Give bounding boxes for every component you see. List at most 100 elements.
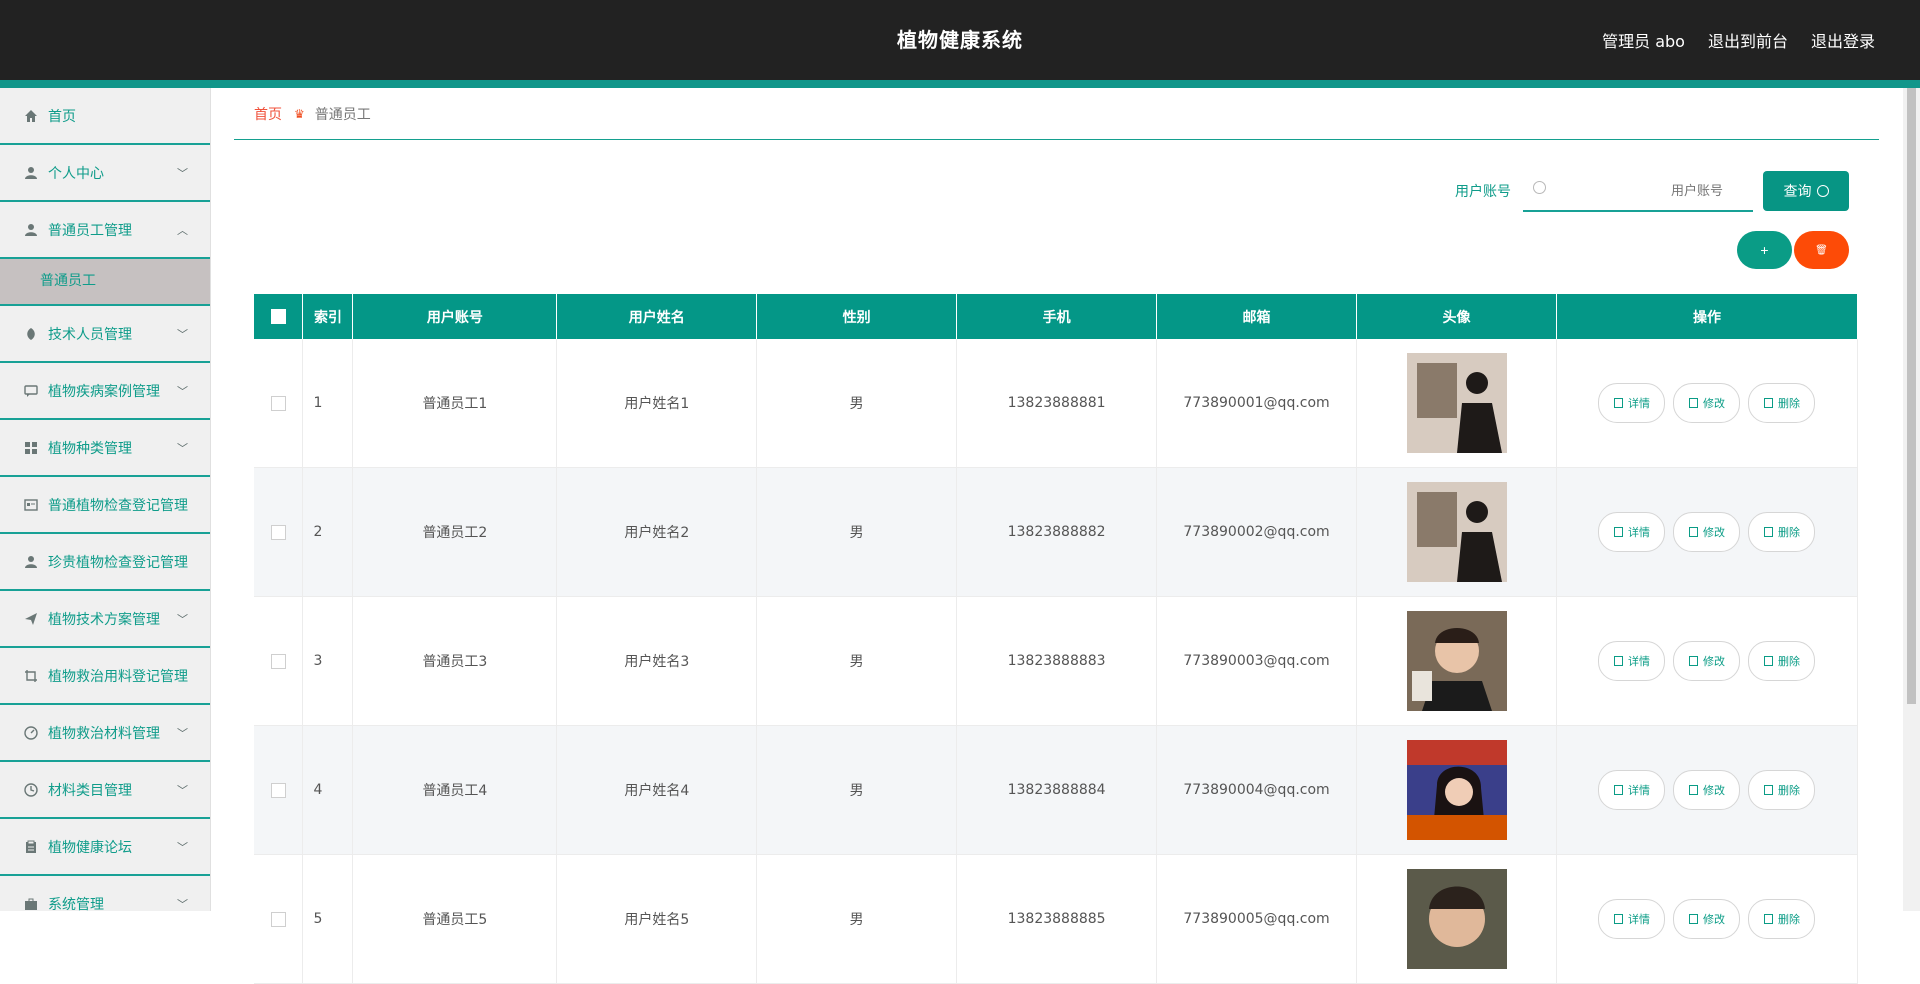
clipboard-icon bbox=[24, 840, 38, 854]
detail-button[interactable]: 详情 bbox=[1598, 641, 1666, 681]
ops-cell: 详情 修改 删除 bbox=[1556, 725, 1859, 855]
detail-button[interactable]: 详情 bbox=[1598, 512, 1666, 552]
index-cell: 1 bbox=[302, 339, 354, 468]
row-select-cell[interactable] bbox=[254, 467, 304, 597]
add-button[interactable]: + bbox=[1737, 231, 1792, 269]
edit-button[interactable]: 修改 bbox=[1673, 383, 1741, 423]
avatar-cell bbox=[1356, 725, 1557, 855]
row-checkbox[interactable] bbox=[270, 653, 286, 669]
column-header: 手机 bbox=[956, 294, 1158, 339]
sidebar-item-normal-plant-check[interactable]: 普通植物检查登记管理 bbox=[0, 477, 210, 534]
query-button[interactable]: 查询 bbox=[1763, 171, 1849, 211]
search-row: 用户账号 查询 bbox=[1455, 169, 1849, 213]
sidebar-item-plant-types[interactable]: 植物种类管理 ﹀ bbox=[0, 420, 210, 477]
sidebar-item-label: 植物疾病案例管理 bbox=[48, 383, 160, 400]
sidebar-item-rare-plant-check[interactable]: 珍贵植物检查登记管理 bbox=[0, 534, 210, 591]
document-icon bbox=[1613, 914, 1623, 924]
row-checkbox[interactable] bbox=[270, 782, 286, 798]
select-all-checkbox[interactable] bbox=[270, 309, 286, 324]
sidebar-item-label: 植物种类管理 bbox=[48, 440, 132, 457]
sidebar-subitem-staff[interactable]: 普通员工 bbox=[0, 259, 210, 306]
sidebar-item-disease-cases[interactable]: 植物疾病案例管理 ﹀ bbox=[0, 363, 210, 420]
row-select-cell[interactable] bbox=[254, 596, 304, 726]
sidebar-item-treatment-usage[interactable]: 植物救治用料登记管理 bbox=[0, 648, 210, 705]
back-to-front-link[interactable]: 退出到前台 bbox=[1708, 28, 1788, 52]
sidebar-item-forum[interactable]: 植物健康论坛 ﹀ bbox=[0, 819, 210, 876]
user-icon bbox=[24, 166, 38, 180]
clock-icon bbox=[24, 782, 38, 797]
row-checkbox[interactable] bbox=[270, 524, 286, 540]
batch-delete-button[interactable]: 🗑 bbox=[1794, 231, 1849, 269]
column-header: 索引 bbox=[302, 294, 354, 339]
chevron-down-icon: ﹀ bbox=[177, 783, 188, 797]
select-all-cell[interactable] bbox=[254, 294, 304, 339]
delete-button[interactable]: 删除 bbox=[1748, 770, 1816, 810]
account-cell: 普通员工1 bbox=[352, 339, 558, 468]
phone-cell: 13823888885 bbox=[956, 854, 1158, 984]
search-input[interactable] bbox=[1551, 170, 1753, 210]
name-cell: 用户姓名2 bbox=[556, 467, 758, 597]
detail-button[interactable]: 详情 bbox=[1598, 899, 1666, 939]
sidebar-item-tech-plans[interactable]: 植物技术方案管理 ﹀ bbox=[0, 591, 210, 648]
phone-cell: 13823888882 bbox=[956, 467, 1158, 597]
row-select-cell[interactable] bbox=[254, 854, 304, 984]
sidebar-item-system[interactable]: 系统管理 ﹀ bbox=[0, 876, 210, 911]
detail-button[interactable]: 详情 bbox=[1598, 383, 1666, 423]
gauge-icon bbox=[24, 725, 38, 740]
sidebar-item-label: 个人中心 bbox=[48, 165, 104, 182]
page-scrollbar[interactable] bbox=[1903, 88, 1920, 911]
admin-label: 管理员 abo bbox=[1602, 32, 1685, 51]
breadcrumb-current: 普通员工 bbox=[314, 106, 371, 123]
edit-button[interactable]: 修改 bbox=[1673, 641, 1741, 681]
sidebar-item-label: 植物技术方案管理 bbox=[48, 611, 160, 628]
sidebar-item-material-categories[interactable]: 材料类目管理 ﹀ bbox=[0, 762, 210, 819]
scrollbar-thumb[interactable] bbox=[1907, 88, 1916, 704]
row-checkbox[interactable] bbox=[270, 911, 286, 927]
sidebar-item-treatment-materials[interactable]: 植物救治材料管理 ﹀ bbox=[0, 705, 210, 762]
search-label: 用户账号 bbox=[1455, 184, 1511, 200]
column-header: 性别 bbox=[756, 294, 958, 339]
top-actions: 管理员 abo 退出到前台 退出登录 bbox=[1602, 0, 1875, 80]
detail-button[interactable]: 详情 bbox=[1598, 770, 1666, 810]
sidebar-item-tech-staff[interactable]: 技术人员管理 ﹀ bbox=[0, 306, 210, 363]
edit-button[interactable]: 修改 bbox=[1673, 770, 1741, 810]
table-row: 4 普通员工4 用户姓名4 男 13823888884 773890004@qq… bbox=[254, 725, 1859, 855]
chevron-down-icon: ﹀ bbox=[177, 726, 188, 740]
breadcrumb-home[interactable]: 首页 bbox=[254, 104, 282, 124]
chat-icon bbox=[24, 384, 38, 398]
chevron-up-icon: ︿ bbox=[177, 223, 188, 237]
table-row: 1 普通员工1 用户姓名1 男 13823888881 773890001@qq… bbox=[254, 339, 1859, 468]
grid-icon bbox=[24, 441, 38, 455]
row-select-cell[interactable] bbox=[254, 725, 304, 855]
chevron-down-icon: ﹀ bbox=[177, 897, 188, 911]
sidebar-item-label: 珍贵植物检查登记管理 bbox=[48, 554, 188, 571]
delete-button[interactable]: 删除 bbox=[1748, 512, 1816, 552]
phone-cell: 13823888884 bbox=[956, 725, 1158, 855]
sidebar-item-home[interactable]: 首页 bbox=[0, 88, 210, 145]
gender-cell: 男 bbox=[756, 339, 958, 468]
avatar-cell bbox=[1356, 339, 1557, 468]
main-content: 首页 ♛ 普通员工 用户账号 查询 + 🗑 索引 用户账号 bbox=[234, 88, 1879, 984]
avatar-cell bbox=[1356, 596, 1557, 726]
delete-button[interactable]: 删除 bbox=[1748, 899, 1816, 939]
delete-button[interactable]: 删除 bbox=[1748, 383, 1816, 423]
card-icon bbox=[24, 498, 38, 512]
trash-icon bbox=[1763, 914, 1773, 924]
table-row: 3 普通员工3 用户姓名3 男 13823888883 773890003@qq… bbox=[254, 596, 1859, 726]
edit-button[interactable]: 修改 bbox=[1673, 512, 1741, 552]
index-cell: 4 bbox=[302, 725, 354, 855]
sidebar-item-staff-management[interactable]: 普通员工管理 ︿ bbox=[0, 202, 210, 259]
gender-cell: 男 bbox=[756, 596, 958, 726]
delete-button[interactable]: 删除 bbox=[1748, 641, 1816, 681]
sidebar-item-personal-center[interactable]: 个人中心 ﹀ bbox=[0, 145, 210, 202]
sidebar-item-label: 植物救治材料管理 bbox=[48, 725, 160, 742]
row-select-cell[interactable] bbox=[254, 339, 304, 468]
logout-link[interactable]: 退出登录 bbox=[1811, 28, 1875, 52]
row-checkbox[interactable] bbox=[270, 395, 286, 411]
gender-cell: 男 bbox=[756, 467, 958, 597]
avatar bbox=[1406, 353, 1507, 453]
column-header: 用户账号 bbox=[352, 294, 558, 339]
chevron-down-icon: ﹀ bbox=[177, 840, 188, 854]
column-header: 邮箱 bbox=[1156, 294, 1358, 339]
edit-button[interactable]: 修改 bbox=[1673, 899, 1741, 939]
